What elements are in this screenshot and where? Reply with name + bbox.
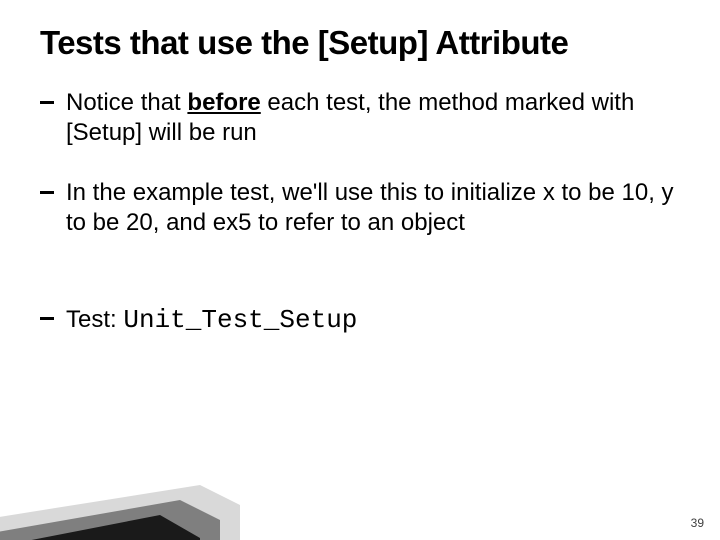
corner-decor-icon: [0, 450, 240, 540]
slide: Tests that use the [Setup] Attribute Not…: [0, 0, 720, 540]
slide-title: Tests that use the [Setup] Attribute: [40, 24, 680, 62]
bullet-1: Notice that before each test, the method…: [40, 88, 680, 148]
bullet-1-strong: before: [187, 89, 260, 116]
bullet-3-code: Unit_Test_Setup: [123, 305, 357, 335]
bullet-3-label: Test:: [66, 306, 123, 333]
bullet-3: Test: Unit_Test_Setup: [40, 304, 680, 337]
bullet-2: In the example test, we'll use this to i…: [40, 178, 680, 238]
page-number: 39: [691, 516, 704, 530]
bullet-list: Notice that before each test, the method…: [40, 88, 680, 337]
bullet-1-pre: Notice that: [66, 89, 187, 116]
